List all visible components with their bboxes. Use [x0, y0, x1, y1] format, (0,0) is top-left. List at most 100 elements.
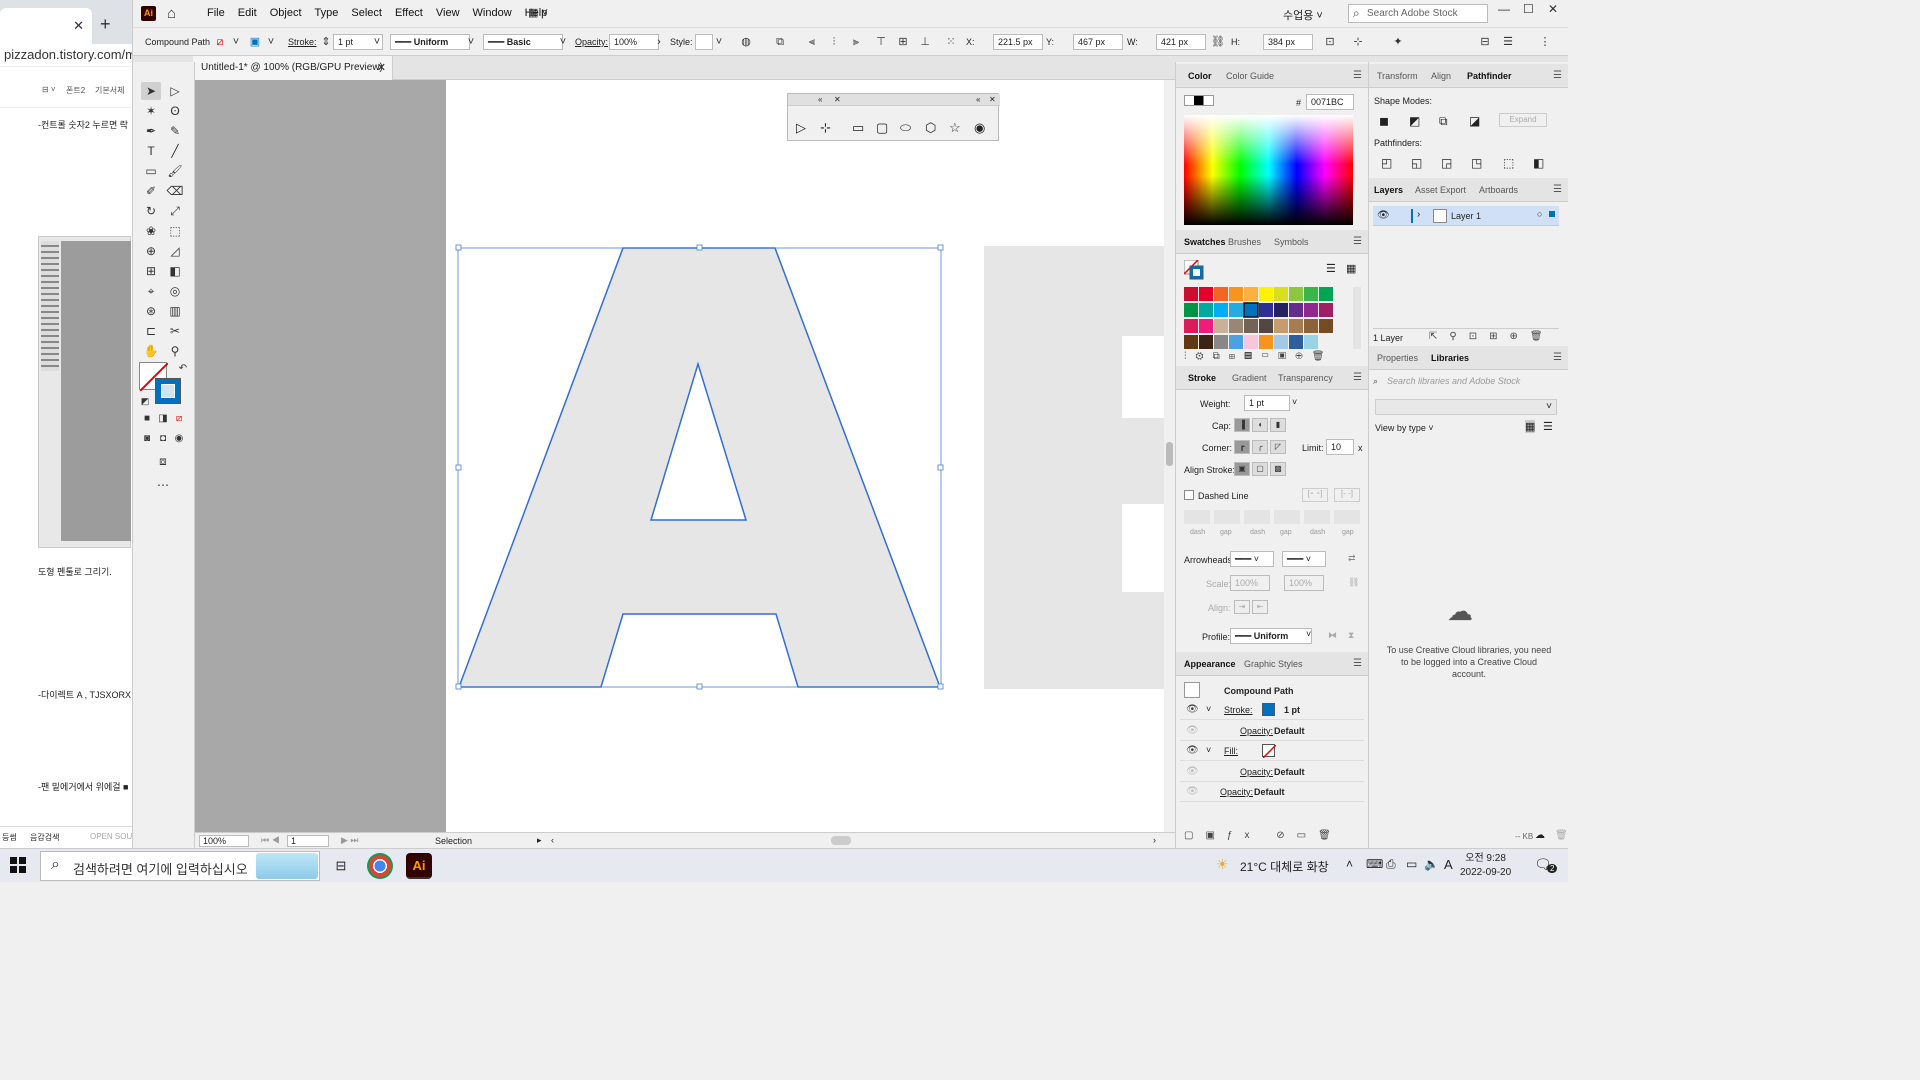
- network-icon[interactable]: ▭: [1406, 857, 1417, 871]
- appearance-footer-icons[interactable]: ▢▣ƒx ⊘▭🗑: [1184, 830, 1362, 841]
- chevron-down-icon[interactable]: ˅: [1206, 745, 1211, 755]
- link-icon[interactable]: ⛓: [1211, 35, 1225, 49]
- list-view-icon[interactable]: ☰: [1326, 262, 1336, 275]
- stroke-swatch[interactable]: [155, 378, 181, 404]
- panel-menu-icon[interactable]: ☰: [1353, 372, 1362, 383]
- merge-icon[interactable]: ◲: [1441, 156, 1452, 170]
- tab-color-guide[interactable]: Color Guide: [1226, 71, 1274, 81]
- miter-limit-field[interactable]: 10: [1326, 439, 1354, 455]
- magic-wand-icon[interactable]: ✶: [141, 102, 161, 120]
- more-options-icon[interactable]: ⋮: [1538, 35, 1552, 49]
- arrow-end-scale[interactable]: 100%: [1284, 575, 1324, 591]
- chevron-down-icon[interactable]: ˅: [464, 35, 478, 49]
- end-arrowhead-select[interactable]: ━━━ ˅: [1282, 551, 1326, 567]
- target-icon[interactable]: ○: [1537, 209, 1542, 219]
- list-view-icon[interactable]: ☰: [1543, 420, 1553, 433]
- chevron-down-icon[interactable]: ˅: [229, 35, 243, 49]
- tab-gradient[interactable]: Gradient: [1232, 373, 1267, 383]
- swap-fill-stroke-icon[interactable]: ↶: [173, 360, 193, 378]
- align-left-icon[interactable]: ⫷: [805, 35, 819, 49]
- selection-tool-icon[interactable]: ➤: [141, 82, 161, 100]
- ime-indicator[interactable]: A: [1444, 857, 1453, 872]
- panel-menu-icon[interactable]: ☰: [1501, 35, 1515, 49]
- transform-icon[interactable]: ⊡: [1323, 35, 1337, 49]
- address-bar[interactable]: pizzadon.tistory.com/ma: [4, 47, 132, 62]
- tab-asset-export[interactable]: Asset Export: [1415, 185, 1466, 195]
- chevron-right-icon[interactable]: ▸: [537, 835, 542, 846]
- artboard-nav-icon[interactable]: ⏮ ◀: [261, 835, 280, 846]
- swap-arrowheads-icon[interactable]: ⇄: [1348, 553, 1356, 564]
- minus-front-icon[interactable]: ◩: [1409, 114, 1420, 128]
- align-top-icon[interactable]: ⊤: [874, 35, 888, 49]
- fill-none-icon[interactable]: ⧄: [213, 35, 227, 49]
- rotate-tool-icon[interactable]: ↻: [141, 202, 161, 220]
- tab-transform[interactable]: Transform: [1377, 71, 1418, 81]
- stroke-label[interactable]: Stroke:: [288, 37, 317, 47]
- task-view-icon[interactable]: ⊟: [328, 853, 354, 879]
- tab-align[interactable]: Align: [1431, 71, 1451, 81]
- panel-menu-icon[interactable]: ☰: [1553, 352, 1562, 363]
- edit-toolbar-icon[interactable]: ⋯: [153, 476, 173, 494]
- shape-builder-icon[interactable]: ⊕: [141, 242, 161, 260]
- unite-icon[interactable]: ◼: [1379, 114, 1389, 128]
- stroke-color-swatch[interactable]: [1262, 703, 1275, 716]
- stroke-profile-select[interactable]: ━━━ Uniform: [390, 34, 470, 50]
- dash-gap-fields[interactable]: [1184, 510, 1362, 524]
- visibility-eye-icon[interactable]: 👁: [1186, 725, 1199, 736]
- link-scale-icon[interactable]: ⛓: [1348, 577, 1359, 588]
- x-field[interactable]: 221.5 px: [993, 34, 1043, 50]
- arrange-icon[interactable]: ⊟: [1478, 35, 1492, 49]
- swatches-footer-icons[interactable]: ⫶⚙⧉⊞▤▭▣⊕🗑: [1184, 351, 1354, 365]
- expand-button[interactable]: Expand: [1499, 113, 1547, 127]
- outline-icon[interactable]: ⬚: [1503, 156, 1514, 170]
- appearance-row-opacity[interactable]: 👁 Opacity: Default: [1180, 762, 1364, 782]
- eyedropper-icon[interactable]: ⌖: [141, 282, 161, 300]
- divide-icon[interactable]: ◰: [1381, 156, 1392, 170]
- start-arrowhead-select[interactable]: ━━━ ˅: [1230, 551, 1274, 567]
- stepper-icon[interactable]: ⇕: [319, 35, 333, 49]
- minimize-icon[interactable]: —: [1498, 2, 1510, 16]
- brush-select[interactable]: ━━━ Basic: [483, 34, 563, 50]
- align-inside-stroke-icon[interactable]: ▢: [1252, 462, 1268, 476]
- windows-start-icon[interactable]: [10, 857, 26, 873]
- line-tool-icon[interactable]: ╱: [165, 142, 185, 160]
- paintbrush-icon[interactable]: 🖌: [165, 162, 185, 180]
- tab-brushes[interactable]: Brushes: [1228, 237, 1261, 247]
- chevron-right-icon[interactable]: ›: [652, 35, 666, 49]
- tab-swatches[interactable]: Swatches: [1184, 237, 1226, 247]
- none-mode-icon[interactable]: ⧄: [169, 410, 189, 428]
- slice-tool-icon[interactable]: ✂: [165, 322, 185, 340]
- appearance-row-fill[interactable]: 👁 ˅ Fill:: [1180, 741, 1364, 761]
- color-quick-swatches[interactable]: [1184, 95, 1214, 106]
- adobe-stock-search[interactable]: Search Adobe Stock: [1348, 4, 1488, 23]
- arrow-align-icon[interactable]: ⇤: [1252, 600, 1268, 614]
- scroll-right-icon[interactable]: ›: [1153, 835, 1156, 845]
- chevron-down-icon[interactable]: ˅: [1292, 397, 1297, 407]
- opacity-label[interactable]: Opacity:: [575, 37, 608, 47]
- dash-preserve-icon[interactable]: [⁃ ⁃]: [1302, 488, 1328, 502]
- puppet-warp-icon[interactable]: ✦: [1391, 35, 1405, 49]
- close-window-icon[interactable]: ✕: [1548, 2, 1558, 16]
- hex-field[interactable]: 0071BC: [1306, 94, 1354, 110]
- scroll-left-icon[interactable]: ‹: [551, 835, 554, 845]
- color-spectrum[interactable]: [1184, 115, 1353, 225]
- visibility-eye-icon[interactable]: 👁: [1377, 210, 1390, 221]
- stroke-color-icon[interactable]: ▣: [248, 35, 262, 49]
- grid-view-icon[interactable]: ▦: [1346, 262, 1356, 275]
- appearance-row-opacity[interactable]: 👁 Opacity: Default: [1180, 782, 1364, 802]
- swatches-scrollbar[interactable]: [1353, 287, 1361, 349]
- selection-indicator[interactable]: [1549, 211, 1555, 217]
- visibility-eye-icon[interactable]: 👁: [1186, 745, 1199, 756]
- pen-tool-icon[interactable]: ✒: [141, 122, 161, 140]
- swatch-grid[interactable]: [1184, 287, 1344, 349]
- tab-appearance[interactable]: Appearance: [1184, 659, 1236, 669]
- tab-layers[interactable]: Layers: [1374, 185, 1403, 195]
- weather-text[interactable]: 21°C 대체로 화창: [1240, 858, 1329, 875]
- style-swatch[interactable]: [695, 34, 713, 50]
- graph-tool-icon[interactable]: ▥: [165, 302, 185, 320]
- artboard-tool-icon[interactable]: ⊏: [141, 322, 161, 340]
- rectangle-tool-icon[interactable]: ▭: [141, 162, 161, 180]
- menu-select[interactable]: Select: [351, 7, 382, 19]
- screen-mode-icon[interactable]: ⧈: [153, 452, 173, 470]
- grid-view-icon[interactable]: ▦: [1525, 420, 1536, 433]
